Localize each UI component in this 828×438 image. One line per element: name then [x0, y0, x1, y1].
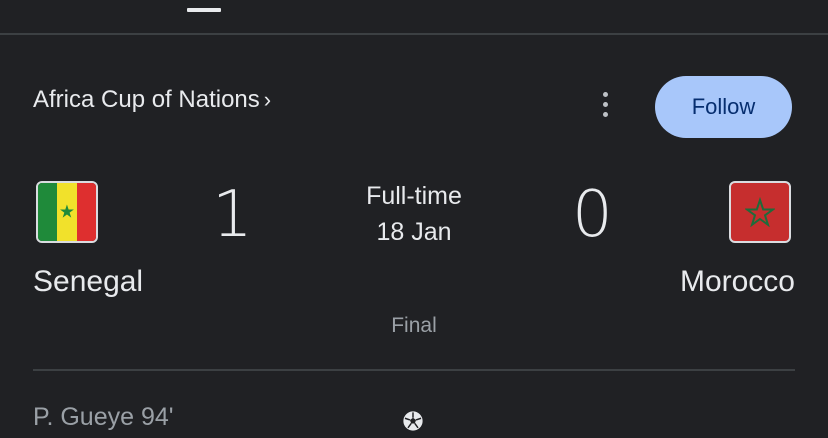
follow-button[interactable]: Follow [655, 76, 792, 138]
pentagram-icon [745, 197, 775, 227]
match-round: Final [391, 314, 437, 337]
more-options-button[interactable] [590, 86, 620, 122]
more-vert-icon [602, 91, 608, 97]
match-card-page: Africa Cup of Nations › Follow ★ 1 Full-… [0, 0, 828, 438]
home-team-name[interactable]: Senegal [33, 265, 143, 299]
goal-scorer: P. Gueye 94' [33, 403, 174, 431]
section-divider [33, 369, 795, 371]
soccer-ball-icon [403, 411, 423, 431]
chevron-right-icon: › [263, 87, 272, 112]
competition-name: Africa Cup of Nations [33, 86, 260, 113]
top-divider [0, 33, 828, 35]
home-score: 1 [212, 178, 253, 252]
away-score: 0 [572, 178, 613, 252]
match-status: Full-time 18 Jan [313, 178, 515, 250]
senegal-flag-icon: ★ [36, 181, 98, 243]
match-status-text: Full-time [366, 182, 462, 210]
competition-link[interactable]: Africa Cup of Nations › [33, 84, 271, 116]
away-team-name[interactable]: Morocco [680, 265, 795, 299]
morocco-flag-icon [729, 181, 791, 243]
tab-indicator [187, 8, 221, 12]
match-date: 18 Jan [376, 218, 452, 246]
